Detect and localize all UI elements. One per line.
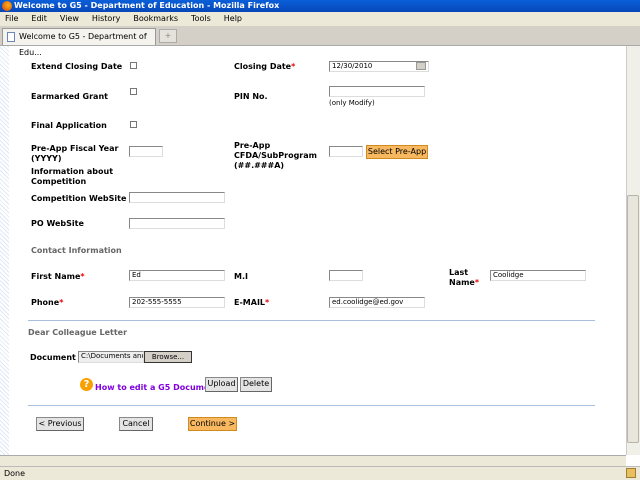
preapp-cfda-input[interactable] xyxy=(329,146,363,157)
first-name-label: First Name* xyxy=(31,272,85,281)
browse-button[interactable]: Browse... xyxy=(144,351,192,363)
pin-hint: (only Modify) xyxy=(329,99,375,107)
earmarked-grant-checkbox[interactable] xyxy=(130,88,137,95)
new-tab-button[interactable]: + xyxy=(159,29,177,43)
closing-date-label: Closing Date* xyxy=(234,62,296,71)
how-to-edit-link[interactable]: How to edit a G5 Document xyxy=(95,383,219,392)
menu-history[interactable]: History xyxy=(92,14,120,23)
extend-closing-date-checkbox[interactable] xyxy=(130,62,137,69)
closing-date-input[interactable]: 12/30/2010 xyxy=(329,61,429,72)
divider xyxy=(28,320,595,321)
info-competition-label: Information about Competition xyxy=(31,167,114,186)
last-name-input[interactable]: Coolidge xyxy=(490,270,586,281)
menu-view[interactable]: View xyxy=(60,14,79,23)
tab-bar: Welcome to G5 - Department of Edu... + ▲… xyxy=(0,26,640,68)
earmarked-grant-label: Earmarked Grant xyxy=(31,92,108,101)
menu-help[interactable]: Help xyxy=(224,14,242,23)
menu-file[interactable]: File xyxy=(5,14,18,23)
po-website-input[interactable] xyxy=(129,218,225,229)
document-file-input[interactable]: C:\Documents and Setti xyxy=(78,351,144,363)
competition-website-label: Competition WebSite xyxy=(31,194,127,203)
document-label: Document xyxy=(30,353,76,362)
menu-edit[interactable]: Edit xyxy=(31,14,47,23)
preapp-cfda-label: Pre-App CFDA/SubProgram (##.###A) xyxy=(234,141,317,170)
first-name-input[interactable]: Ed xyxy=(129,270,225,281)
preapp-fy-input[interactable] xyxy=(129,146,163,157)
mi-label: M.I xyxy=(234,272,248,281)
window-title-bar: Welcome to G5 - Department of Education … xyxy=(0,0,640,12)
phone-label: Phone* xyxy=(31,298,64,307)
final-application-label: Final Application xyxy=(31,121,107,130)
upload-button[interactable]: Upload xyxy=(205,377,238,392)
pin-input[interactable] xyxy=(329,86,425,97)
email-label: E-MAIL* xyxy=(234,298,270,307)
dear-colleague-heading: Dear Colleague Letter xyxy=(28,328,128,337)
competition-website-input[interactable] xyxy=(129,192,225,203)
window-title: Welcome to G5 - Department of Education … xyxy=(14,1,280,10)
calendar-icon[interactable] xyxy=(416,62,426,70)
help-icon: ? xyxy=(80,378,93,391)
preapp-fy-label: Pre-App Fiscal Year (YYYY) xyxy=(31,144,119,163)
cancel-button[interactable]: Cancel xyxy=(119,417,153,431)
phone-input[interactable]: 202-555-5555 xyxy=(129,297,225,308)
divider xyxy=(28,405,595,406)
page-icon xyxy=(7,32,15,42)
contact-info-heading: Contact Information xyxy=(31,246,122,255)
pin-label: PIN No. xyxy=(234,92,268,101)
final-application-checkbox[interactable] xyxy=(130,121,137,128)
tab-label: Welcome to G5 - Department of Edu... xyxy=(19,32,147,57)
page-border xyxy=(0,46,9,455)
status-text: Done xyxy=(4,469,26,478)
previous-button[interactable]: < Previous xyxy=(36,417,84,431)
lock-icon xyxy=(626,468,636,478)
last-name-label: Last Name* xyxy=(449,268,480,287)
tab-welcome[interactable]: Welcome to G5 - Department of Edu... xyxy=(2,28,156,57)
po-website-label: PO WebSite xyxy=(31,219,84,228)
vertical-scroll-thumb[interactable] xyxy=(627,195,639,443)
mi-input[interactable] xyxy=(329,270,363,281)
status-bar: Done xyxy=(0,466,640,480)
extend-closing-date-label: Extend Closing Date xyxy=(31,62,123,71)
menu-bookmarks[interactable]: Bookmarks xyxy=(133,14,178,23)
email-input[interactable]: ed.coolidge@ed.gov xyxy=(329,297,425,308)
horizontal-scrollbar[interactable] xyxy=(0,455,626,466)
continue-button[interactable]: Continue > xyxy=(188,417,237,431)
firefox-icon xyxy=(2,1,12,11)
menu-bar: File Edit View History Bookmarks Tools Help xyxy=(0,12,640,26)
delete-button[interactable]: Delete xyxy=(240,377,272,392)
menu-tools[interactable]: Tools xyxy=(191,14,211,23)
select-preapp-button[interactable]: Select Pre-App xyxy=(366,145,428,159)
